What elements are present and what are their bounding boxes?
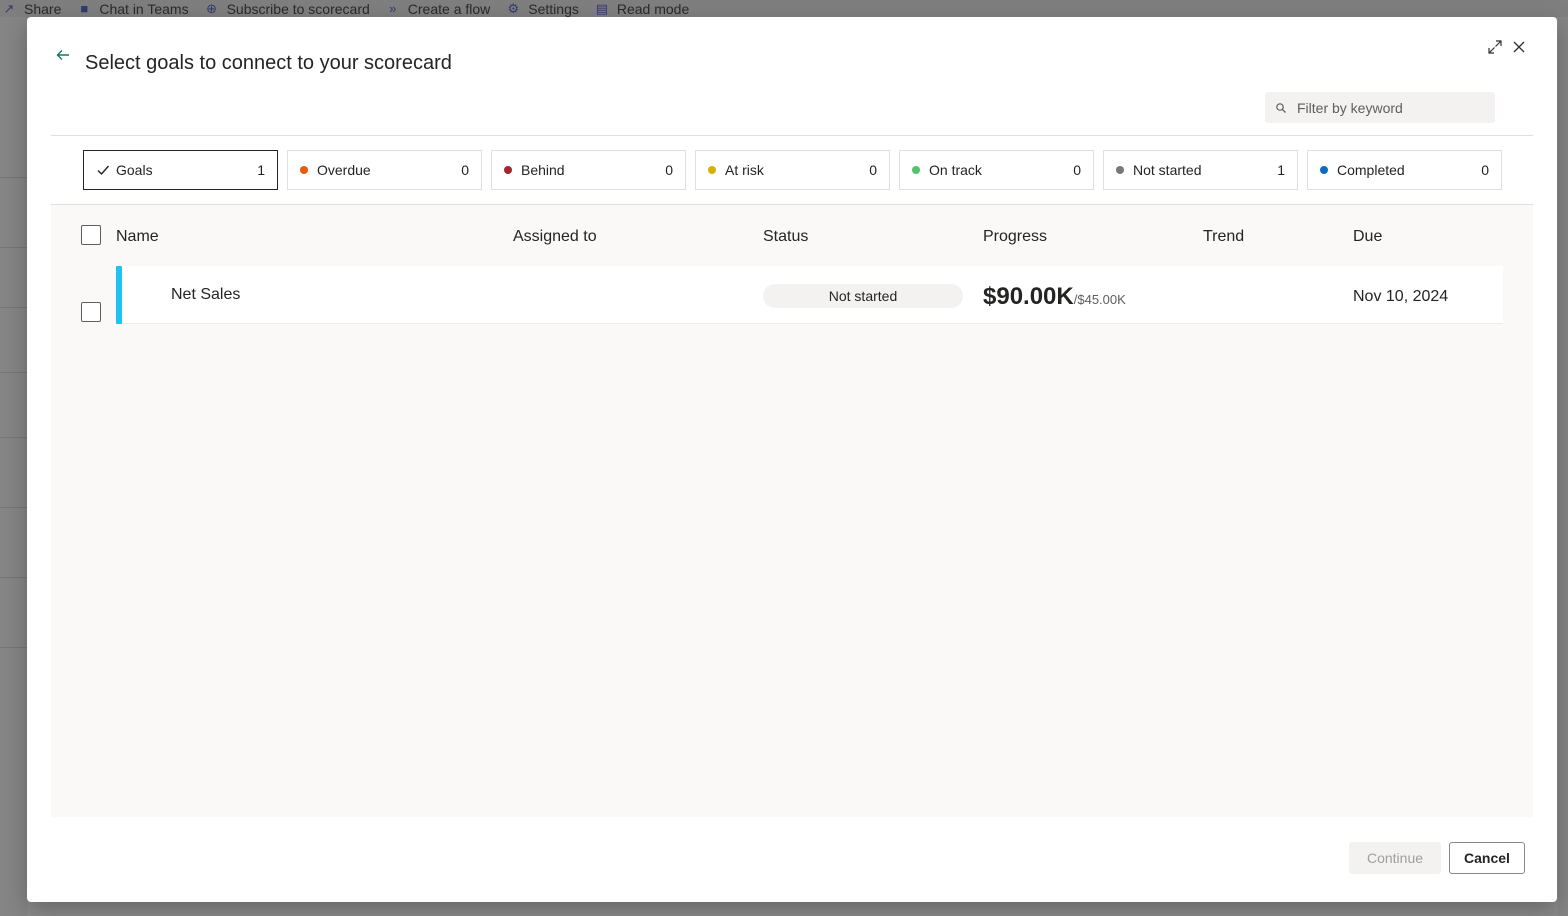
subscribe-button[interactable]: ⊕ Subscribe to scorecard: [205, 1, 370, 17]
background-sidebar: [0, 17, 27, 916]
filter-label: Not started: [1133, 162, 1202, 178]
filter-count: 0: [665, 162, 673, 178]
status-badge: Not started: [763, 284, 963, 308]
filter-goals[interactable]: Goals 1: [83, 150, 278, 190]
goal-color-accent: [116, 266, 122, 324]
table-header-row: Name Assigned to Status Progress Trend D…: [51, 205, 1533, 265]
cancel-button[interactable]: Cancel: [1449, 842, 1525, 874]
filter-keyword-input[interactable]: [1297, 99, 1477, 116]
divider: [51, 135, 1533, 136]
flow-icon: »: [389, 0, 397, 16]
progress-value: $90.00K: [983, 283, 1074, 310]
filter-overdue[interactable]: Overdue 0: [287, 150, 482, 190]
search-icon: [1276, 102, 1286, 113]
status-dot-icon: [708, 166, 716, 174]
column-header-name[interactable]: Name: [116, 228, 159, 246]
dialog-title: Select goals to connect to your scorecar…: [85, 52, 452, 74]
select-all-checkbox[interactable]: [81, 225, 101, 245]
continue-button[interactable]: Continue: [1349, 842, 1441, 874]
share-icon: ↗: [3, 0, 15, 16]
expand-button[interactable]: [1487, 39, 1507, 59]
progress-target: /$45.00K: [1073, 292, 1126, 307]
teams-icon: ■: [80, 0, 89, 16]
filter-count: 0: [461, 162, 469, 178]
filter-on-track[interactable]: On track 0: [899, 150, 1094, 190]
read-mode-icon: ▤: [595, 0, 608, 16]
create-flow-label: Create a flow: [407, 0, 491, 17]
filter-not-started[interactable]: Not started 1: [1103, 150, 1298, 190]
filter-label: Behind: [521, 162, 565, 178]
select-goals-dialog: Select goals to connect to your scorecar…: [27, 17, 1557, 902]
status-dot-icon: [504, 166, 512, 174]
column-header-due[interactable]: Due: [1353, 228, 1382, 246]
status-dot-icon: [1116, 166, 1124, 174]
filter-count: 1: [1277, 162, 1285, 178]
filter-behind[interactable]: Behind 0: [491, 150, 686, 190]
background-toolbar: ↗ Share ■ Chat in Teams ⊕ Subscribe to s…: [0, 0, 1568, 17]
create-flow-button[interactable]: » Create a flow: [386, 1, 490, 17]
filter-count: 0: [1481, 162, 1489, 178]
subscribe-icon: ⊕: [206, 0, 218, 16]
arrow-left-icon: [56, 50, 69, 60]
column-header-status[interactable]: Status: [763, 228, 808, 246]
filter-count: 0: [1073, 162, 1081, 178]
filter-completed[interactable]: Completed 0: [1307, 150, 1502, 190]
share-button[interactable]: ↗ Share: [2, 0, 62, 17]
column-header-assigned[interactable]: Assigned to: [513, 228, 597, 246]
read-mode-label: Read mode: [616, 0, 690, 17]
read-mode-button[interactable]: ▤ Read mode: [595, 0, 690, 17]
checkmark-icon: [97, 165, 110, 176]
filter-label: On track: [929, 162, 982, 178]
filter-count: 1: [257, 162, 265, 178]
settings-label: Settings: [528, 0, 579, 17]
settings-button[interactable]: ⚙ Settings: [506, 0, 579, 17]
goals-table: Name Assigned to Status Progress Trend D…: [51, 205, 1533, 817]
table-row[interactable]: Net Sales Not started $90.00K/$45.00K No…: [116, 266, 1503, 324]
goal-name: Net Sales: [171, 286, 241, 303]
background-right-panel: [1558, 17, 1568, 916]
expand-icon: [1488, 40, 1502, 54]
status-dot-icon: [912, 166, 920, 174]
search-box[interactable]: [1265, 92, 1495, 123]
row-checkbox[interactable]: [81, 302, 101, 322]
filter-at-risk[interactable]: At risk 0: [695, 150, 890, 190]
status-filter-bar: Goals 1 Overdue 0 Behind 0 At risk 0 On …: [83, 150, 1502, 190]
filter-label: Overdue: [317, 162, 371, 178]
gear-icon: ⚙: [507, 0, 520, 16]
close-icon: [1513, 41, 1525, 53]
status-dot-icon: [1320, 166, 1328, 174]
chat-in-teams-label: Chat in Teams: [99, 0, 189, 17]
column-header-progress[interactable]: Progress: [983, 228, 1047, 246]
goal-due-date: Nov 10, 2024: [1353, 288, 1449, 305]
filter-label: Goals: [116, 162, 153, 178]
goal-progress: $90.00K/$45.00K: [983, 283, 1126, 311]
filter-label: Completed: [1337, 162, 1405, 178]
status-dot-icon: [300, 166, 308, 174]
column-header-trend[interactable]: Trend: [1203, 228, 1244, 246]
subscribe-label: Subscribe to scorecard: [226, 0, 370, 17]
chat-in-teams-button[interactable]: ■ Chat in Teams: [77, 1, 188, 17]
back-button[interactable]: [53, 47, 73, 67]
share-label: Share: [24, 0, 62, 17]
filter-count: 0: [869, 162, 877, 178]
filter-label: At risk: [725, 162, 764, 178]
close-button[interactable]: [1511, 39, 1531, 59]
